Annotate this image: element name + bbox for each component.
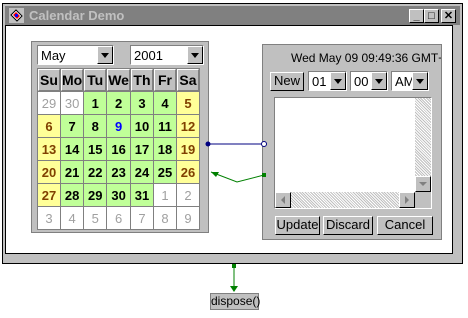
dispose-label: dispose() bbox=[210, 293, 261, 310]
link-line-green bbox=[210, 171, 266, 183]
link-line-navy bbox=[205, 141, 267, 147]
connector-overlay bbox=[205, 141, 267, 292]
dispose-arrow bbox=[230, 264, 238, 292]
